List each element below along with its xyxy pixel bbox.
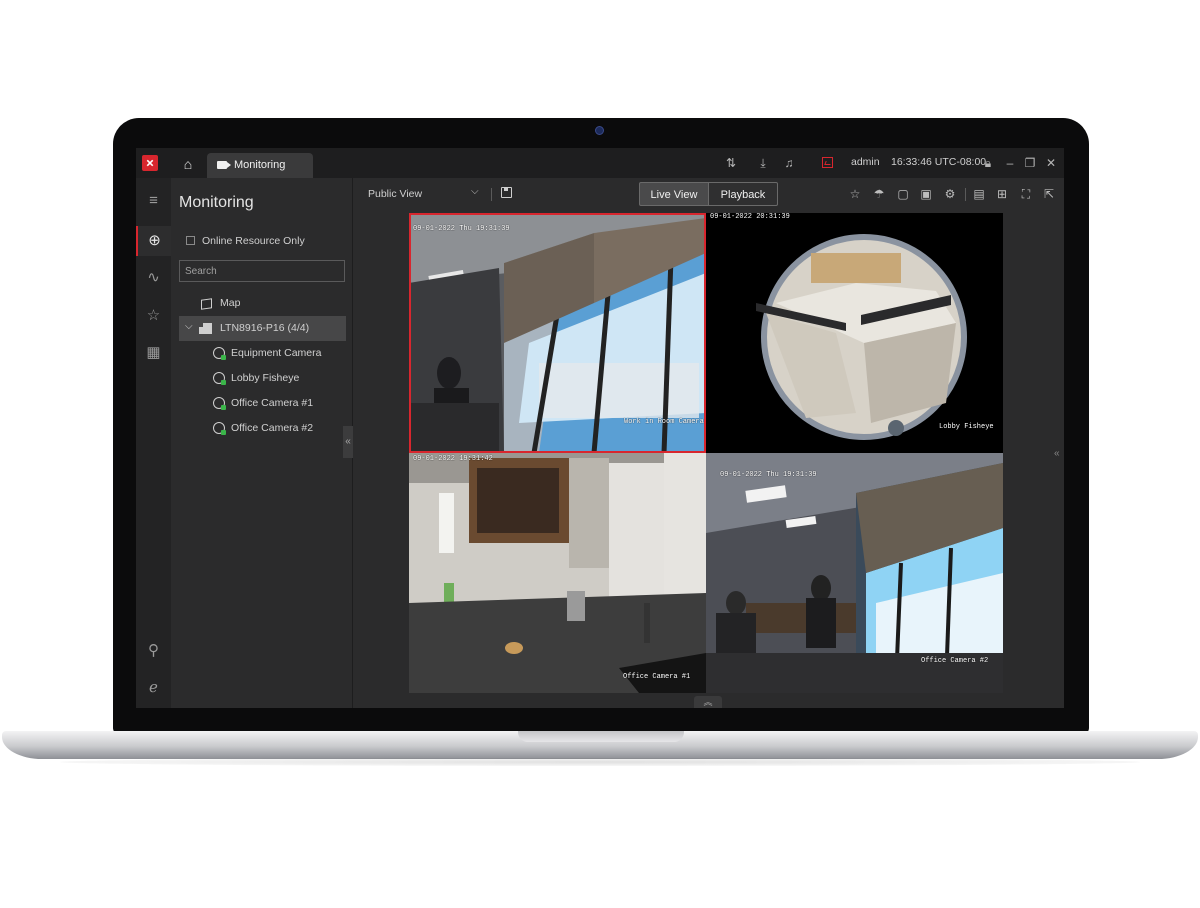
current-user[interactable]: admin	[851, 156, 880, 168]
video-camera-icon	[217, 161, 231, 169]
osd-timestamp: 09-01-2022 20:31:39	[710, 213, 790, 221]
camera-feed-2	[706, 213, 1003, 453]
settings-gear-icon[interactable]: ⚙	[943, 187, 957, 201]
video-tile-1[interactable]: 09-01-2022 Thu 19:31:39 Work in Room Cam…	[409, 213, 706, 453]
online-camera-icon	[213, 397, 226, 410]
webcam	[595, 126, 604, 135]
app-window: ⌂ Monitoring ⇅ ⤓ ♫ admin 16:33:46 UTC-08…	[136, 148, 1064, 708]
tab-monitoring[interactable]: Monitoring	[207, 153, 313, 178]
save-icon[interactable]	[501, 187, 512, 198]
globe-icon[interactable]: ⊕	[136, 226, 171, 256]
camera-feed-3	[409, 453, 706, 693]
map-icon	[201, 298, 212, 310]
title-bar: ⌂ Monitoring ⇅ ⤓ ♫ admin 16:33:46 UTC-08…	[136, 148, 1064, 178]
layout-grid-icon[interactable]: ▦	[136, 338, 171, 368]
toolbar-divider	[491, 188, 492, 201]
osd-camera-name: Office Camera #2	[921, 657, 989, 665]
sort-arrows-icon[interactable]: ⇅	[723, 155, 739, 171]
online-only-checkbox[interactable]	[186, 236, 195, 245]
video-tile-3[interactable]: 09-01-2022 19:31:42 Office Camera #1	[409, 453, 706, 693]
expand-right-icon[interactable]: «	[1054, 448, 1060, 459]
health-pulse-icon[interactable]: ∿	[136, 263, 171, 293]
chevron-down-icon[interactable]: ⌵	[185, 321, 193, 332]
home-icon[interactable]: ⌂	[178, 154, 198, 174]
favorites-star-icon[interactable]: ☆	[136, 301, 171, 331]
osd-camera-name: Office Camera #1	[623, 673, 691, 681]
osd-timestamp: 09-01-2022 Thu 19:31:39	[413, 225, 510, 233]
osd-timestamp: 09-01-2022 Thu 19:31:39	[720, 471, 817, 479]
online-camera-icon	[213, 347, 226, 360]
online-only-label[interactable]: Online Resource Only	[202, 235, 305, 247]
base-shadow	[60, 758, 1140, 766]
osd-timestamp: 09-01-2022 19:31:42	[413, 455, 493, 463]
lock-icon[interactable]: 🔒︎	[980, 155, 996, 171]
fullscreen-icon[interactable]: ⛶	[1019, 187, 1033, 201]
tab-live-view[interactable]: Live View	[639, 182, 709, 206]
collapse-panel-icon[interactable]: «	[343, 426, 353, 458]
tree-item-camera[interactable]: Office Camera #2	[179, 416, 346, 441]
view-selector[interactable]: Public View	[368, 188, 422, 200]
grid-layout-icon[interactable]: ⊞	[995, 187, 1009, 201]
app-logo-icon	[142, 155, 158, 171]
panel-title: Monitoring	[179, 194, 254, 211]
building-icon	[199, 323, 212, 334]
system-clock: 16:33:46 UTC-08:00	[891, 156, 987, 168]
laptop-notch	[518, 731, 684, 742]
camera-feed-1	[409, 213, 706, 453]
ptz-control-icon[interactable]: ☂	[872, 187, 886, 201]
minimize-icon[interactable]: –	[1002, 155, 1018, 171]
capture-icon[interactable]: ▣	[919, 187, 933, 201]
event-alarm-icon[interactable]	[822, 157, 833, 168]
tree-item-camera[interactable]: Equipment Camera	[179, 341, 346, 366]
account-icon[interactable]: ⚲	[136, 636, 171, 666]
restore-icon[interactable]: ❐	[1022, 155, 1038, 171]
browser-icon[interactable]: ℯ	[136, 673, 171, 703]
alarm-bell-icon[interactable]: ♫	[781, 155, 797, 171]
online-camera-icon	[213, 422, 226, 435]
toolbar-divider	[965, 188, 966, 201]
view-toolbar: Public View ⌵ Live View Playback ☆ ☂ ▢ ▣…	[353, 178, 1064, 212]
close-icon[interactable]: ✕	[1043, 155, 1059, 171]
tree-item-camera[interactable]: Office Camera #1	[179, 391, 346, 416]
online-camera-icon	[213, 372, 226, 385]
expand-bottom-icon[interactable]: ︽	[694, 696, 722, 708]
left-nav-rail: ≡ ⊕ ∿ ☆ ▦ ⚲ ℯ	[136, 178, 171, 708]
tree-item-map[interactable]: Map	[179, 291, 346, 316]
video-tile-2[interactable]: 09-01-2022 20:31:39 Lobby Fisheye	[706, 213, 1003, 453]
video-grid: 09-01-2022 Thu 19:31:39 Work in Room Cam…	[409, 213, 1003, 693]
chevron-down-icon[interactable]: ⌵	[471, 186, 479, 197]
menu-icon[interactable]: ≡	[136, 186, 171, 216]
resource-panel: Monitoring Online Resource Only Map ⌵ LT…	[171, 178, 353, 708]
osd-camera-name: Work in Room Camera	[624, 418, 704, 426]
osd-camera-name: Lobby Fisheye	[939, 423, 994, 431]
tab-playback[interactable]: Playback	[709, 182, 778, 206]
download-icon[interactable]: ⤓	[755, 155, 771, 171]
video-tile-4[interactable]: 09-01-2022 Thu 19:31:39 Office Camera #2	[706, 453, 1003, 693]
tab-label: Monitoring	[234, 159, 286, 171]
record-file-icon[interactable]: ▢	[896, 187, 910, 201]
favorite-star-icon[interactable]: ☆	[848, 187, 862, 201]
pop-out-icon[interactable]: ⇱	[1042, 187, 1056, 201]
search-input[interactable]	[179, 260, 345, 282]
tree-item-device[interactable]: ⌵ LTN8916-P16 (4/4)	[179, 316, 346, 341]
window-division-icon[interactable]: ▤	[972, 187, 986, 201]
tree-item-camera[interactable]: Lobby Fisheye	[179, 366, 346, 391]
